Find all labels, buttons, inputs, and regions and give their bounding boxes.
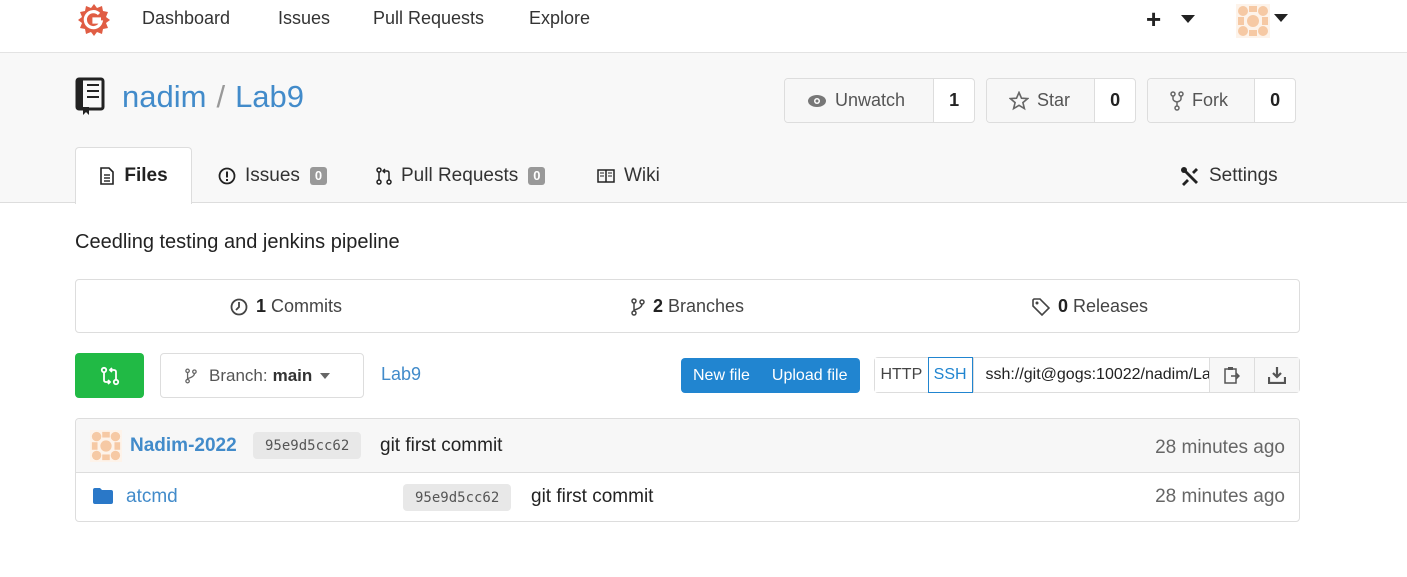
history-icon bbox=[230, 298, 248, 315]
pulls-count-badge: 0 bbox=[528, 166, 546, 185]
ssh-protocol-button[interactable]: SSH bbox=[927, 357, 973, 393]
download-button[interactable] bbox=[1254, 358, 1299, 392]
fork-button[interactable]: Fork bbox=[1148, 79, 1256, 122]
repo-description: Ceedling testing and jenkins pipeline bbox=[75, 231, 400, 253]
fork-label: Fork bbox=[1192, 90, 1228, 110]
watch-count[interactable]: 1 bbox=[934, 79, 974, 122]
unwatch-button[interactable]: Unwatch bbox=[785, 79, 935, 122]
commits-count: 1 bbox=[256, 296, 267, 316]
commit-message[interactable]: git first commit bbox=[380, 435, 502, 457]
branches-label: Branches bbox=[668, 296, 745, 316]
branch-name: main bbox=[272, 365, 313, 385]
commits-stat[interactable]: 1 Commits bbox=[230, 296, 342, 317]
releases-label: Releases bbox=[1073, 296, 1149, 316]
tab-wiki[interactable]: Wiki bbox=[597, 147, 660, 204]
git-compare-icon bbox=[100, 366, 119, 385]
git-pull-request-icon bbox=[376, 166, 392, 185]
star-button[interactable]: Star bbox=[987, 79, 1096, 122]
tab-settings-label: Settings bbox=[1209, 164, 1278, 186]
repo-header: nadim / Lab9 Unwatch 1 Star 0 Fork 0 Files… bbox=[0, 53, 1407, 204]
file-name-link[interactable]: atcmd bbox=[126, 486, 178, 508]
nav-explore[interactable]: Explore bbox=[529, 8, 590, 29]
tab-issues[interactable]: Issues 0 bbox=[218, 147, 328, 204]
tab-wiki-label: Wiki bbox=[624, 164, 660, 186]
user-avatar[interactable] bbox=[1236, 4, 1270, 38]
releases-stat[interactable]: 0 Releases bbox=[1032, 296, 1148, 317]
star-label: Star bbox=[1037, 90, 1071, 110]
tab-issues-label: Issues bbox=[245, 164, 300, 186]
branch-prefix: Branch: bbox=[209, 365, 268, 385]
latest-commit-row: Nadim-2022 95e9d5cc62 git first commit 2… bbox=[76, 419, 1299, 473]
download-icon bbox=[1268, 367, 1287, 384]
fork-count[interactable]: 0 bbox=[1255, 79, 1295, 122]
nav-dashboard[interactable]: Dashboard bbox=[142, 8, 230, 29]
upload-file-button[interactable]: Upload file bbox=[762, 358, 860, 393]
tab-pull-requests-label: Pull Requests bbox=[401, 164, 519, 186]
branch-selector[interactable]: Branch: main bbox=[160, 353, 364, 398]
fork-icon bbox=[1170, 90, 1184, 111]
star-button-group: Star 0 bbox=[986, 78, 1136, 123]
repo-name-link[interactable]: Lab9 bbox=[235, 79, 304, 114]
gogs-logo-icon[interactable] bbox=[77, 3, 111, 37]
clipboard-icon bbox=[1224, 367, 1241, 384]
star-icon bbox=[1009, 90, 1029, 110]
breadcrumb-root[interactable]: Lab9 bbox=[381, 364, 421, 385]
tab-files[interactable]: Files bbox=[75, 147, 192, 204]
commits-label: Commits bbox=[271, 296, 343, 316]
nav-issues[interactable]: Issues bbox=[278, 8, 330, 29]
file-commit-message[interactable]: git first commit bbox=[531, 486, 653, 508]
compare-pull-request-button[interactable] bbox=[75, 353, 144, 398]
tab-files-label: Files bbox=[124, 165, 168, 186]
watch-button-group: Unwatch 1 bbox=[784, 78, 975, 123]
repo-stats-bar: 1 Commits 2 Branches 0 Releases bbox=[75, 279, 1300, 333]
tab-settings[interactable]: Settings bbox=[1180, 147, 1278, 204]
commit-author-link[interactable]: Nadim-2022 bbox=[130, 435, 237, 457]
file-table: Nadim-2022 95e9d5cc62 git first commit 2… bbox=[75, 418, 1300, 522]
copy-url-button[interactable] bbox=[1209, 358, 1255, 392]
repo-owner-link[interactable]: nadim bbox=[122, 79, 206, 114]
top-navbar: Dashboard Issues Pull Requests Explore + bbox=[0, 0, 1407, 53]
file-action-buttons: New file Upload file bbox=[681, 358, 860, 393]
issues-count-badge: 0 bbox=[309, 166, 328, 185]
branches-count: 2 bbox=[653, 296, 664, 316]
eye-icon bbox=[808, 94, 826, 107]
star-count[interactable]: 0 bbox=[1095, 79, 1135, 122]
file-text-icon bbox=[100, 167, 115, 185]
new-file-button[interactable]: New file bbox=[681, 358, 762, 393]
tab-pull-requests[interactable]: Pull Requests 0 bbox=[376, 147, 546, 204]
chevron-down-icon bbox=[320, 372, 331, 379]
create-new-button[interactable]: + bbox=[1146, 4, 1161, 35]
commit-time: 28 minutes ago bbox=[1155, 437, 1285, 458]
fork-button-group: Fork 0 bbox=[1147, 78, 1296, 123]
git-branch-icon bbox=[631, 297, 645, 316]
releases-count: 0 bbox=[1058, 296, 1069, 316]
file-commit-time: 28 minutes ago bbox=[1155, 486, 1285, 507]
nav-pull-requests[interactable]: Pull Requests bbox=[373, 8, 484, 29]
user-menu-caret-icon[interactable] bbox=[1274, 14, 1288, 22]
unwatch-label: Unwatch bbox=[835, 90, 906, 110]
repo-title: nadim / Lab9 bbox=[122, 79, 304, 115]
folder-icon bbox=[93, 488, 113, 504]
repo-book-icon bbox=[75, 77, 105, 115]
clone-url-bar: HTTP SSH ssh://git@gogs:10022/nadim/Lab9… bbox=[874, 357, 1300, 393]
branches-stat[interactable]: 2 Branches bbox=[631, 296, 744, 317]
author-avatar[interactable] bbox=[90, 430, 122, 462]
repo-title-separator: / bbox=[216, 79, 226, 114]
file-commit-sha[interactable]: 95e9d5cc62 bbox=[403, 484, 512, 511]
tools-icon bbox=[1181, 166, 1198, 186]
create-dropdown-caret-icon[interactable] bbox=[1181, 15, 1195, 23]
http-protocol-button[interactable]: HTTP bbox=[875, 358, 928, 392]
commit-sha-label[interactable]: 95e9d5cc62 bbox=[253, 432, 362, 459]
clone-url-input[interactable]: ssh://git@gogs:10022/nadim/Lab9.git bbox=[972, 358, 1209, 392]
git-branch-icon bbox=[185, 368, 197, 383]
tag-icon bbox=[1032, 297, 1050, 316]
issue-opened-icon bbox=[218, 167, 236, 184]
book-open-icon bbox=[597, 168, 615, 183]
